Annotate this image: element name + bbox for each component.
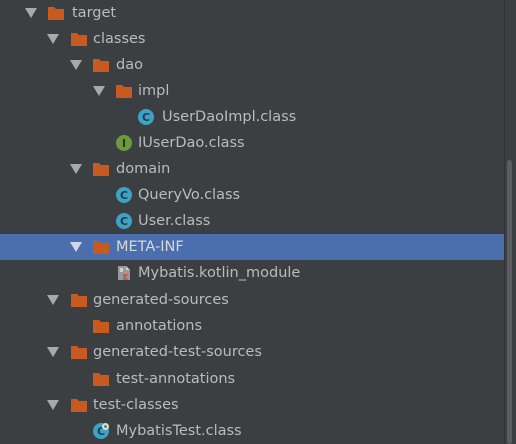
tree-item-label: META-INF (116, 239, 184, 255)
tree-item-userdaoimpl-class[interactable]: C UserDaoImpl.class (0, 104, 504, 130)
class-icon: C (116, 213, 132, 229)
tree-item-iuserdao-class[interactable]: I IUserDao.class (0, 130, 504, 156)
tree-item-label: MybatisTest.class (116, 423, 242, 439)
tree-item-mybatistest-class[interactable]: C MybatisTest.class (0, 418, 504, 444)
tree-item-target[interactable]: target (0, 0, 504, 26)
folder-icon (71, 294, 87, 307)
svg-text:C: C (142, 111, 150, 124)
svg-text:C: C (120, 215, 128, 228)
tree-item-label: test-classes (93, 397, 179, 413)
tree-item-label: impl (138, 83, 170, 99)
folder-icon (116, 85, 132, 98)
chevron-down-icon[interactable] (70, 164, 82, 174)
svg-text:I: I (122, 137, 126, 150)
folder-icon (71, 346, 87, 359)
folder-icon (93, 163, 109, 176)
tree-item-label: generated-test-sources (93, 344, 262, 360)
chevron-down-icon[interactable] (93, 86, 105, 96)
tree-item-label: QueryVo.class (138, 187, 241, 203)
tree-item-label: test-annotations (116, 371, 236, 387)
class-icon: C (138, 109, 154, 125)
tree-item-classes[interactable]: classes (0, 26, 504, 52)
tree-item-mybatis-kotlin-module[interactable]: Mybatis.kotlin_module (0, 260, 504, 286)
chevron-down-icon[interactable] (25, 8, 37, 18)
tree-item-generated-test-sources[interactable]: generated-test-sources (0, 339, 504, 365)
tree-item-dao[interactable]: dao (0, 52, 504, 78)
folder-icon (93, 59, 109, 72)
tree-item-label: Mybatis.kotlin_module (138, 265, 301, 281)
folder-icon (71, 399, 87, 412)
tree-item-impl[interactable]: impl (0, 78, 504, 104)
project-tree: target classes dao impl C UserDaoImpl.cl… (0, 0, 504, 444)
chevron-down-icon[interactable] (70, 60, 82, 70)
tree-item-label: domain (116, 161, 171, 177)
tree-item-label: User.class (138, 213, 211, 229)
folder-icon (71, 33, 87, 46)
folder-icon (93, 241, 109, 254)
tree-item-test-classes[interactable]: test-classes (0, 392, 504, 418)
tree-item-generated-sources[interactable]: generated-sources (0, 287, 504, 313)
tree-item-domain[interactable]: domain (0, 156, 504, 182)
tree-item-label: dao (116, 57, 143, 73)
tree-item-meta-inf[interactable]: META-INF (0, 234, 504, 260)
chevron-down-icon[interactable] (47, 295, 59, 305)
tree-item-test-annotations[interactable]: test-annotations (0, 366, 504, 392)
tree-item-label: target (72, 5, 117, 21)
class-icon: C (116, 187, 132, 203)
interface-icon: I (116, 135, 132, 151)
test-class-icon: C (93, 423, 109, 439)
kotlin-module-icon (118, 266, 130, 280)
chevron-down-icon[interactable] (47, 400, 59, 410)
chevron-down-icon[interactable] (70, 242, 82, 252)
tree-item-user-class[interactable]: C User.class (0, 208, 504, 234)
tree-item-label: IUserDao.class (138, 135, 245, 151)
tree-item-queryvo-class[interactable]: C QueryVo.class (0, 182, 504, 208)
svg-text:C: C (120, 189, 128, 202)
chevron-down-icon[interactable] (47, 347, 59, 357)
tree-item-label: UserDaoImpl.class (162, 109, 297, 125)
tree-item-annotations[interactable]: annotations (0, 313, 504, 339)
vertical-scrollbar-thumb[interactable] (507, 160, 512, 444)
folder-icon (48, 7, 64, 20)
tree-item-label: generated-sources (93, 292, 229, 308)
tree-item-label: classes (93, 31, 146, 47)
tree-item-label: annotations (116, 318, 203, 334)
chevron-down-icon[interactable] (47, 34, 59, 44)
folder-icon (93, 320, 109, 333)
folder-icon (93, 373, 109, 386)
